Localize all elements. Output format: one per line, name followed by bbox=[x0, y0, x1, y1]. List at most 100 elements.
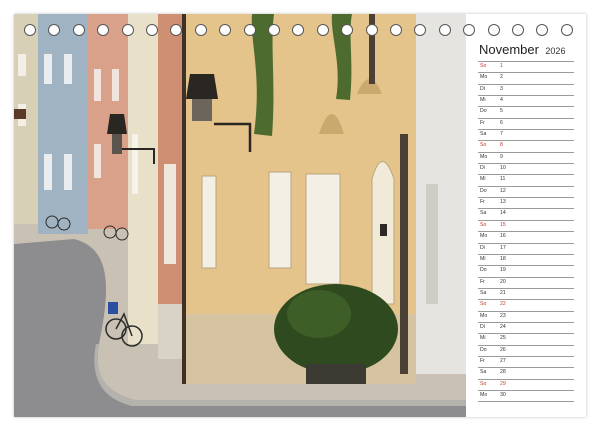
binding-ring bbox=[341, 24, 354, 36]
binding-ring bbox=[48, 24, 61, 36]
day-row: So 15 bbox=[478, 221, 574, 233]
window bbox=[18, 54, 26, 76]
binding-ring bbox=[219, 24, 232, 36]
day-row: Di 10 bbox=[478, 164, 574, 176]
weekday-label: Sa bbox=[480, 131, 487, 138]
day-row: So 8 bbox=[478, 141, 574, 153]
day-row: Fr 6 bbox=[478, 119, 574, 131]
day-number: 2 bbox=[500, 74, 503, 81]
binding-ring bbox=[438, 24, 451, 36]
weekday-label: Fr bbox=[480, 199, 485, 206]
day-row: Mo 16 bbox=[478, 232, 574, 244]
day-number: 24 bbox=[500, 323, 506, 330]
weekday-label: So bbox=[480, 142, 487, 149]
planter bbox=[306, 364, 366, 384]
weekday-label: Do bbox=[480, 346, 487, 353]
weekday-label: Di bbox=[480, 323, 485, 330]
weekday-label: Fr bbox=[480, 278, 485, 285]
day-number: 17 bbox=[500, 244, 506, 251]
day-number: 9 bbox=[500, 153, 503, 160]
weekday-label: Mo bbox=[480, 153, 488, 160]
weekday-label: Do bbox=[480, 187, 487, 194]
binding-ring bbox=[194, 24, 207, 36]
month-header: November 2026 bbox=[479, 41, 565, 59]
weekday-label: Do bbox=[480, 108, 487, 115]
weekday-label: Fr bbox=[480, 119, 485, 126]
window bbox=[268, 171, 292, 269]
weekday-label: Do bbox=[480, 267, 487, 274]
weekday-label: Sa bbox=[480, 369, 487, 376]
weekday-label: Di bbox=[480, 85, 485, 92]
weekday-label: Di bbox=[480, 165, 485, 172]
window bbox=[164, 164, 176, 264]
day-number: 25 bbox=[500, 335, 506, 342]
weekday-label: Mo bbox=[480, 74, 488, 81]
binding-ring bbox=[487, 24, 500, 36]
weekday-label: Sa bbox=[480, 289, 487, 296]
day-number: 8 bbox=[500, 142, 503, 149]
day-number: 16 bbox=[500, 233, 506, 240]
day-row: Mo 9 bbox=[478, 153, 574, 165]
day-number: 11 bbox=[500, 176, 506, 183]
day-row: Sa 21 bbox=[478, 289, 574, 301]
day-number: 28 bbox=[500, 369, 506, 376]
door-sign bbox=[380, 224, 387, 236]
weekday-label: Mi bbox=[480, 176, 486, 183]
binding-ring bbox=[97, 24, 110, 36]
weekday-label: Mi bbox=[480, 255, 486, 262]
spiral-binding bbox=[14, 24, 586, 38]
day-row: Mo 2 bbox=[478, 73, 574, 85]
day-number: 23 bbox=[500, 312, 506, 319]
day-row: Sa 28 bbox=[478, 368, 574, 380]
day-row: Di 3 bbox=[478, 85, 574, 97]
binding-ring bbox=[414, 24, 427, 36]
binding-ring bbox=[121, 24, 134, 36]
window bbox=[132, 134, 138, 194]
day-row: Mi 11 bbox=[478, 175, 574, 187]
binding-ring bbox=[365, 24, 378, 36]
day-number: 30 bbox=[500, 391, 506, 398]
day-row: Do 19 bbox=[478, 266, 574, 278]
day-number: 10 bbox=[500, 165, 506, 172]
weekday-label: Mo bbox=[480, 391, 488, 398]
day-number: 20 bbox=[500, 278, 506, 285]
weekday-label: So bbox=[480, 63, 487, 69]
white-house bbox=[416, 14, 466, 374]
day-row: Do 12 bbox=[478, 187, 574, 199]
window bbox=[64, 154, 72, 190]
window bbox=[94, 69, 101, 101]
day-number: 3 bbox=[500, 85, 503, 92]
day-number: 7 bbox=[500, 131, 503, 138]
day-number: 12 bbox=[500, 187, 506, 194]
street-photo bbox=[14, 14, 466, 417]
binding-ring bbox=[170, 24, 183, 36]
year-label: 2026 bbox=[545, 46, 566, 56]
street-scene bbox=[14, 14, 466, 417]
day-row: Do 26 bbox=[478, 346, 574, 357]
binding-ring bbox=[390, 24, 402, 36]
downpipe bbox=[182, 14, 186, 384]
weekday-label: Mo bbox=[480, 312, 488, 319]
day-number: 5 bbox=[500, 108, 503, 115]
window bbox=[201, 175, 217, 269]
day-number: 13 bbox=[500, 199, 506, 206]
day-row: Mo 30 bbox=[478, 391, 574, 403]
weekday-label: Mi bbox=[480, 335, 486, 342]
weekday-label: Sa bbox=[480, 210, 487, 217]
weekday-label: Fr bbox=[480, 357, 485, 364]
binding-ring bbox=[560, 24, 573, 36]
binding-ring bbox=[268, 24, 280, 36]
weekday-label: Mo bbox=[480, 233, 488, 240]
binding-ring bbox=[463, 24, 476, 36]
day-row: Mo 23 bbox=[478, 312, 574, 323]
window bbox=[94, 144, 101, 178]
day-row: Di 17 bbox=[478, 244, 574, 255]
blue-house bbox=[38, 14, 88, 234]
day-row: So 29 bbox=[478, 380, 574, 391]
binding-ring bbox=[24, 24, 36, 36]
weekday-label: So bbox=[480, 221, 487, 228]
weekday-label: So bbox=[480, 301, 487, 308]
day-row: Mi 25 bbox=[478, 334, 574, 346]
day-row: Fr 27 bbox=[478, 357, 574, 369]
day-number: 6 bbox=[500, 119, 503, 126]
